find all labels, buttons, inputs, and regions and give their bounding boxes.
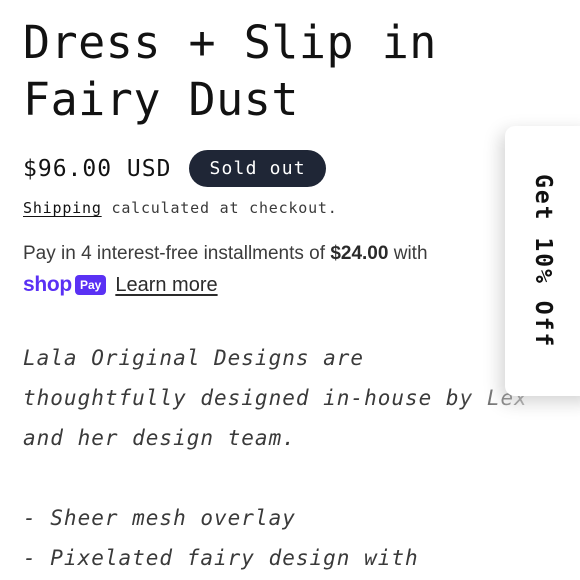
description-line: thoughtfully designed in-house by Lex xyxy=(23,386,528,410)
description-line: Lala Original Designs are xyxy=(23,346,365,370)
shop-pay-logo-shop: shop xyxy=(23,273,72,296)
shop-pay-row: shop Pay Learn more xyxy=(23,273,218,297)
installments-text: Pay in 4 interest-free installments of $… xyxy=(23,243,428,265)
description-line: and her design team. xyxy=(23,426,296,450)
shipping-note-text: calculated at checkout. xyxy=(101,199,338,217)
product-title-line-2: Fairy Dust xyxy=(23,73,299,126)
product-price: $96.00 USD xyxy=(23,155,172,182)
product-description: Lala Original Designs are thoughtfully d… xyxy=(23,338,528,578)
description-blank-line xyxy=(23,458,528,498)
learn-more-link[interactable]: Learn more xyxy=(115,274,217,297)
promo-tab-label: Get 10% Off xyxy=(530,173,556,349)
shipping-link[interactable]: Shipping xyxy=(23,199,102,217)
shop-pay-logo-pay: Pay xyxy=(74,275,107,295)
shipping-note: Shipping calculated at checkout. xyxy=(23,199,338,217)
product-title: Dress + Slip in Fairy Dust xyxy=(23,14,493,128)
product-title-line-1: Dress + Slip in xyxy=(23,16,437,69)
price-row: $96.00 USD Sold out xyxy=(23,150,326,187)
description-line: - Sheer mesh overlay xyxy=(23,506,296,530)
description-line: - Pixelated fairy design with xyxy=(23,546,419,570)
installments-suffix: with xyxy=(388,243,428,264)
installment-amount: $24.00 xyxy=(330,243,389,264)
discount-promo-tab[interactable]: Get 10% Off xyxy=(505,126,580,396)
sold-out-badge: Sold out xyxy=(189,150,326,187)
installments-prefix: Pay in 4 interest-free installments of xyxy=(23,243,331,264)
